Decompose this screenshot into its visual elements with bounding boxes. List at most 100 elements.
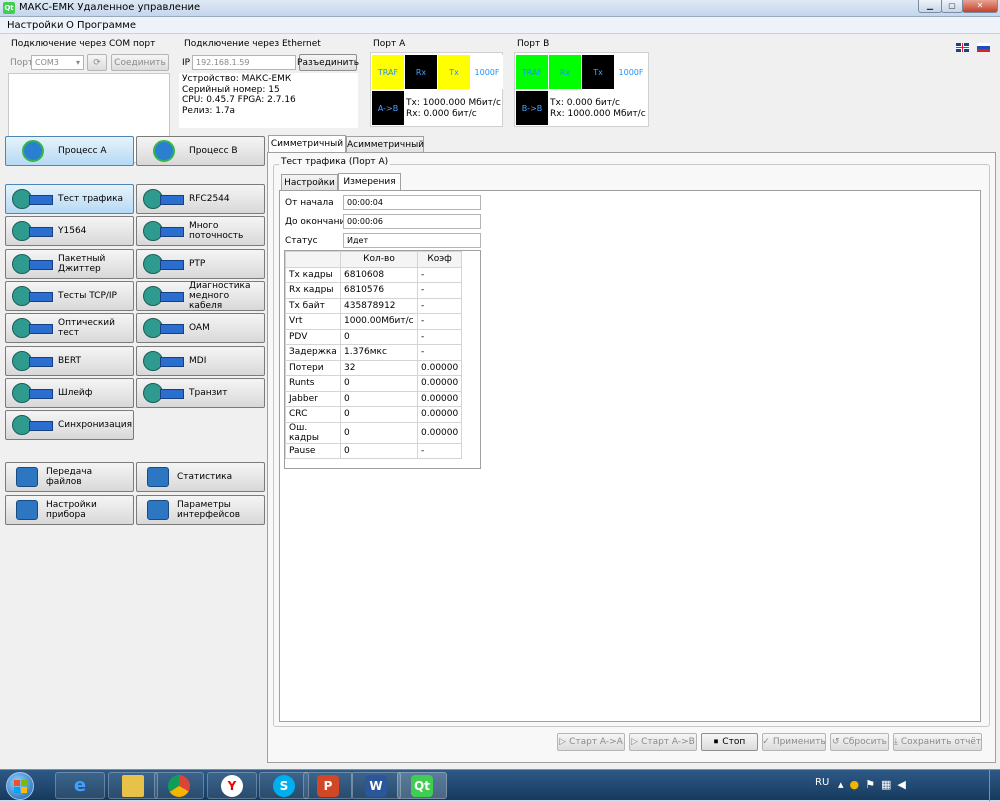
row-label: Tx кадры [285,266,341,283]
reset-button[interactable]: ↺ Сбросить [830,733,889,751]
from-start-label: От начала [285,198,334,208]
row-label: Jabber [285,390,341,407]
minimize-button[interactable]: ▁ [918,0,942,13]
device-info-line: Релиз: 1.7a [182,105,236,116]
table-row: Ош. кадры 0 0.00000 [285,421,463,444]
taskbar-qt[interactable]: Qt [397,772,447,799]
tab-settings[interactable]: Настройки [281,174,338,191]
port-b-tx-rate: Tx: 0.000 бит/с [550,98,620,108]
test-multistream-button[interactable]: Много поточность [136,216,265,247]
language-indicator[interactable]: RU [815,777,829,788]
test-bert-button[interactable]: BERT [5,345,134,376]
tester-device-icon [143,219,185,243]
row-label: Vrt [285,313,341,330]
test-ptp-button[interactable]: PTP [136,248,265,279]
tester-device-icon [12,349,54,373]
uk-flag-icon[interactable] [956,43,969,52]
test-y1564-button[interactable]: Y1564 [5,216,134,247]
count-cell: 0 [340,421,418,444]
qt-icon: Qt [3,2,15,14]
disconnect-button[interactable]: Разъединить [297,54,359,71]
test-traffic-test-button[interactable]: Тест трафика [5,184,134,214]
tab-measurements[interactable]: Измерения [338,173,401,191]
process-b-button[interactable]: Процесс B [136,136,265,166]
ethernet-group-label: Подключение через Ethernet [184,39,321,49]
ru-flag-icon[interactable] [977,43,990,52]
ip-input[interactable]: 192.168.1.59 [192,55,296,70]
menu-settings[interactable]: Настройки [7,20,63,31]
check-icon: ✓ [762,737,770,747]
stop-button[interactable]: ⏹ Стоп [701,733,758,751]
row-label: Runts [285,375,341,392]
statistics-button[interactable]: Статистика [136,462,265,492]
volume-icon[interactable]: ◀ [897,778,911,791]
process-a-button[interactable]: Процесс A [5,136,134,166]
test-sync-button[interactable]: Синхронизация [5,410,134,441]
start-a-b-button[interactable]: ▷ Старт A->B [629,733,697,751]
file-transfer-button[interactable]: Передача файлов [5,462,134,492]
table-row: Jabber 0 0.00000 [285,390,463,407]
port-b-rx-rate: Rx: 1000.000 Мбит/с [550,109,646,119]
tab-asymmetric[interactable]: Асимметричный [346,136,424,153]
taskbar-ie[interactable]: e [55,772,105,799]
window-title: МАКС-ЕМК Удаленное управление [19,2,201,13]
port-b-label: Порт B [517,39,550,49]
network-icon[interactable]: ▦ [881,778,897,791]
show-desktop-button[interactable] [989,770,1000,801]
tester-device-icon [12,252,54,276]
taskbar-word[interactable]: W [351,772,401,799]
tab-symmetric[interactable]: Симметричный [268,135,346,153]
refresh-icon: ⟳ [93,57,101,68]
notification-icon[interactable]: ● [850,778,866,791]
port-select[interactable]: COM3 ▾ [31,55,84,70]
maximize-button[interactable]: ▢ [941,0,963,13]
count-cell: 6810576 [340,282,418,299]
connect-button[interactable]: Соединить [111,54,169,71]
chrome-icon [168,774,190,797]
save-report-button[interactable]: ⤓ Сохранить отчёт [893,733,982,751]
count-cell: 0 [340,375,418,392]
play-icon: ▷ [559,737,567,747]
taskbar-explorer[interactable] [108,772,158,799]
menu-about[interactable]: О Программе [66,20,136,31]
port-a-tx-rate: Tx: 1000.000 Мбит/с [406,98,501,108]
process-icon [12,139,54,163]
start-button[interactable] [6,772,34,800]
taskbar-powerpoint[interactable]: P [303,772,353,799]
apply-button[interactable]: ✓ Применить [762,733,826,751]
tester-device-icon [12,219,54,243]
start-a-a-button[interactable]: ▷ Старт A->A [557,733,625,751]
close-button[interactable]: ✕ [962,0,998,13]
test-oam-button[interactable]: OAM [136,313,265,344]
test-tcpip-tests-button[interactable]: Тесты TCP/IP [5,280,134,311]
menu-bar: Настройки О Программе [0,17,1000,34]
yandex-icon: Y [221,774,243,797]
tester-device-icon [12,316,54,340]
show-hidden-icon[interactable]: ▴ [838,778,850,791]
taskbar: e Y S P W Qt RU ▴●⚑▦◀ [0,769,1000,801]
port-b-speed: 1000F [615,55,647,89]
coef-cell: - [416,442,463,459]
refresh-button[interactable]: ⟳ [87,54,107,71]
reset-icon: ↺ [832,737,840,747]
taskbar-chrome[interactable] [154,772,204,799]
wrench-icon [14,498,42,522]
tester-device-icon [12,413,54,437]
tester-device-icon [12,284,54,308]
test-loopback-button[interactable]: Шлейф [5,377,134,408]
taskbar-skype[interactable]: S [259,772,309,799]
test-optical-test-button[interactable]: Оптический тест [5,313,134,344]
table-header: Коэф [416,251,463,268]
test-transit-button[interactable]: Транзит [136,377,265,408]
to-end-value: 00:00:06 [343,214,481,229]
qt-icon: Qt [411,774,433,797]
test-packet-jitter-button[interactable]: Пакетный Джиттер [5,248,134,279]
flag-icon[interactable]: ⚑ [865,778,881,791]
tester-device-icon [12,381,54,405]
device-settings-button[interactable]: Настройки прибора [5,495,134,525]
test-mdi-button[interactable]: MDI [136,345,265,376]
interface-params-button[interactable]: Параметры интерфейсов [136,495,265,525]
taskbar-yandex[interactable]: Y [207,772,257,799]
test-rfc2544-button[interactable]: RFC2544 [136,184,265,214]
test-copper-cable-diag-button[interactable]: Диагностика медного кабеля [136,280,265,311]
